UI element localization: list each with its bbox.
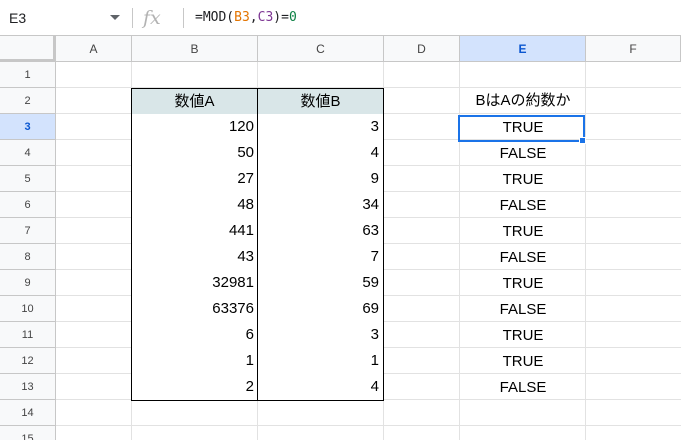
row-header-13[interactable]: 13 (0, 374, 56, 400)
value-b-cell[interactable]: 69 (257, 296, 384, 323)
result-cell[interactable]: TRUE (460, 167, 586, 193)
column-header-d[interactable]: D (384, 36, 460, 62)
column-header-f[interactable]: F (586, 36, 681, 62)
column-header-e[interactable]: E (460, 36, 586, 62)
row-header-9[interactable]: 9 (0, 270, 56, 296)
formula-bar-divider (183, 8, 184, 28)
formula-ref-c3: C3 (257, 10, 274, 25)
row-header-12[interactable]: 12 (0, 348, 56, 374)
formula-number: 0 (288, 10, 297, 25)
row-header-15[interactable]: 15 (0, 426, 56, 440)
value-b-cell[interactable]: 4 (257, 374, 384, 401)
name-box-dropdown-icon[interactable] (110, 15, 120, 20)
column-header-a[interactable]: A (56, 36, 132, 62)
table-header-b[interactable]: 数値B (257, 88, 384, 115)
result-cell[interactable]: FALSE (460, 245, 586, 271)
row-header-2[interactable]: 2 (0, 88, 56, 114)
fill-handle[interactable] (579, 137, 586, 144)
value-b-cell[interactable]: 63 (257, 218, 384, 245)
row-header-11[interactable]: 11 (0, 322, 56, 348)
value-b-cell[interactable]: 3 (257, 322, 384, 349)
row-header-8[interactable]: 8 (0, 244, 56, 270)
formula-operator: )= (273, 10, 289, 25)
value-b-cell[interactable]: 7 (257, 244, 384, 271)
column-header-b[interactable]: B (132, 36, 258, 62)
value-a-cell[interactable]: 120 (131, 114, 258, 141)
row-header-5[interactable]: 5 (0, 166, 56, 192)
value-b-cell[interactable]: 59 (257, 270, 384, 297)
value-b-cell[interactable]: 3 (257, 114, 384, 141)
formula-function: =MOD( (195, 10, 235, 25)
value-a-cell[interactable]: 441 (131, 218, 258, 245)
row-header-6[interactable]: 6 (0, 192, 56, 218)
row-gridline (56, 425, 681, 426)
value-a-cell[interactable]: 27 (131, 166, 258, 193)
value-a-cell[interactable]: 2 (131, 374, 258, 401)
result-cell[interactable]: FALSE (460, 297, 586, 323)
value-b-cell[interactable]: 1 (257, 348, 384, 375)
spreadsheet-window: E3 fx =MOD(B3,C3)=0 A B C D E F 12345678… (0, 0, 681, 440)
result-cell[interactable]: TRUE (460, 219, 586, 245)
result-header[interactable]: BはAの約数か (460, 88, 586, 114)
value-b-cell[interactable]: 4 (257, 140, 384, 167)
row-header-1[interactable]: 1 (0, 62, 56, 88)
formula-comma: , (249, 10, 258, 25)
result-cell[interactable]: TRUE (460, 271, 586, 297)
result-cell[interactable]: FALSE (460, 141, 586, 167)
cell-selection-border (458, 115, 585, 142)
fx-icon: fx (143, 7, 161, 29)
row-header-7[interactable]: 7 (0, 218, 56, 244)
value-a-cell[interactable]: 32981 (131, 270, 258, 297)
formula-ref-b3: B3 (234, 10, 250, 25)
value-a-cell[interactable]: 50 (131, 140, 258, 167)
result-cell[interactable]: TRUE (460, 349, 586, 375)
value-a-cell[interactable]: 6 (131, 322, 258, 349)
formula-input[interactable]: =MOD(B3,C3)=0 (195, 0, 297, 36)
value-a-cell[interactable]: 1 (131, 348, 258, 375)
value-b-cell[interactable]: 9 (257, 166, 384, 193)
value-b-cell[interactable]: 34 (257, 192, 384, 219)
row-header-14[interactable]: 14 (0, 400, 56, 426)
column-header-c[interactable]: C (258, 36, 384, 62)
formula-bar-divider (132, 8, 133, 28)
result-cell[interactable]: FALSE (460, 193, 586, 219)
result-cell[interactable]: TRUE (460, 323, 586, 349)
row-header-4[interactable]: 4 (0, 140, 56, 166)
row-header-3[interactable]: 3 (0, 114, 56, 140)
value-a-cell[interactable]: 43 (131, 244, 258, 271)
result-cell[interactable]: FALSE (460, 375, 586, 401)
value-a-cell[interactable]: 48 (131, 192, 258, 219)
select-all-corner[interactable] (0, 36, 56, 62)
row-header-10[interactable]: 10 (0, 296, 56, 322)
table-header-a[interactable]: 数値A (131, 88, 258, 115)
value-a-cell[interactable]: 63376 (131, 296, 258, 323)
